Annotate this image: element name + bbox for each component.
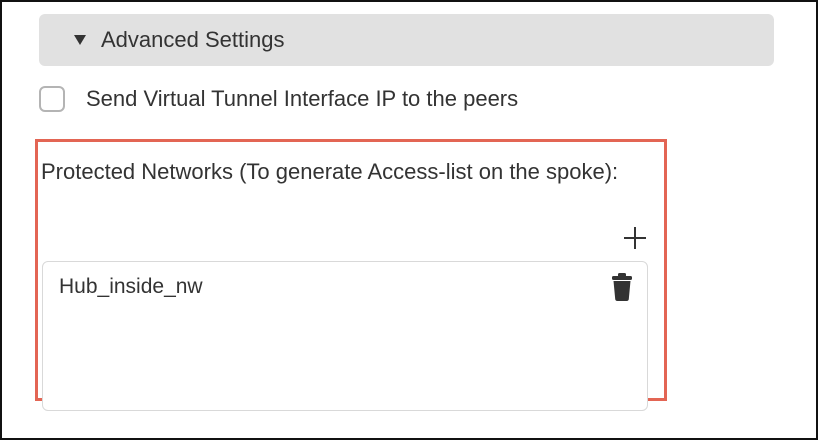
caret-down-icon — [74, 35, 86, 45]
protected-networks-list: Hub_inside_nw — [42, 261, 648, 411]
send-vti-ip-checkbox[interactable] — [39, 86, 65, 112]
plus-icon[interactable] — [623, 226, 647, 250]
network-item-label: Hub_inside_nw — [59, 275, 203, 298]
send-vti-ip-label: Send Virtual Tunnel Interface IP to the … — [86, 86, 519, 111]
protected-networks-label: Protected Networks (To generate Access-l… — [41, 159, 619, 184]
advanced-settings-title: Advanced Settings — [101, 27, 285, 52]
list-item[interactable]: Hub_inside_nw — [43, 262, 647, 314]
protected-networks-highlight: Protected Networks (To generate Access-l… — [35, 139, 667, 411]
dialog-panel: Advanced Settings Send Virtual Tunnel In… — [0, 0, 818, 440]
advanced-settings-header[interactable]: Advanced Settings — [39, 14, 774, 66]
send-vti-ip-row: Send Virtual Tunnel Interface IP to the … — [39, 86, 518, 112]
trash-icon[interactable] — [611, 273, 633, 301]
